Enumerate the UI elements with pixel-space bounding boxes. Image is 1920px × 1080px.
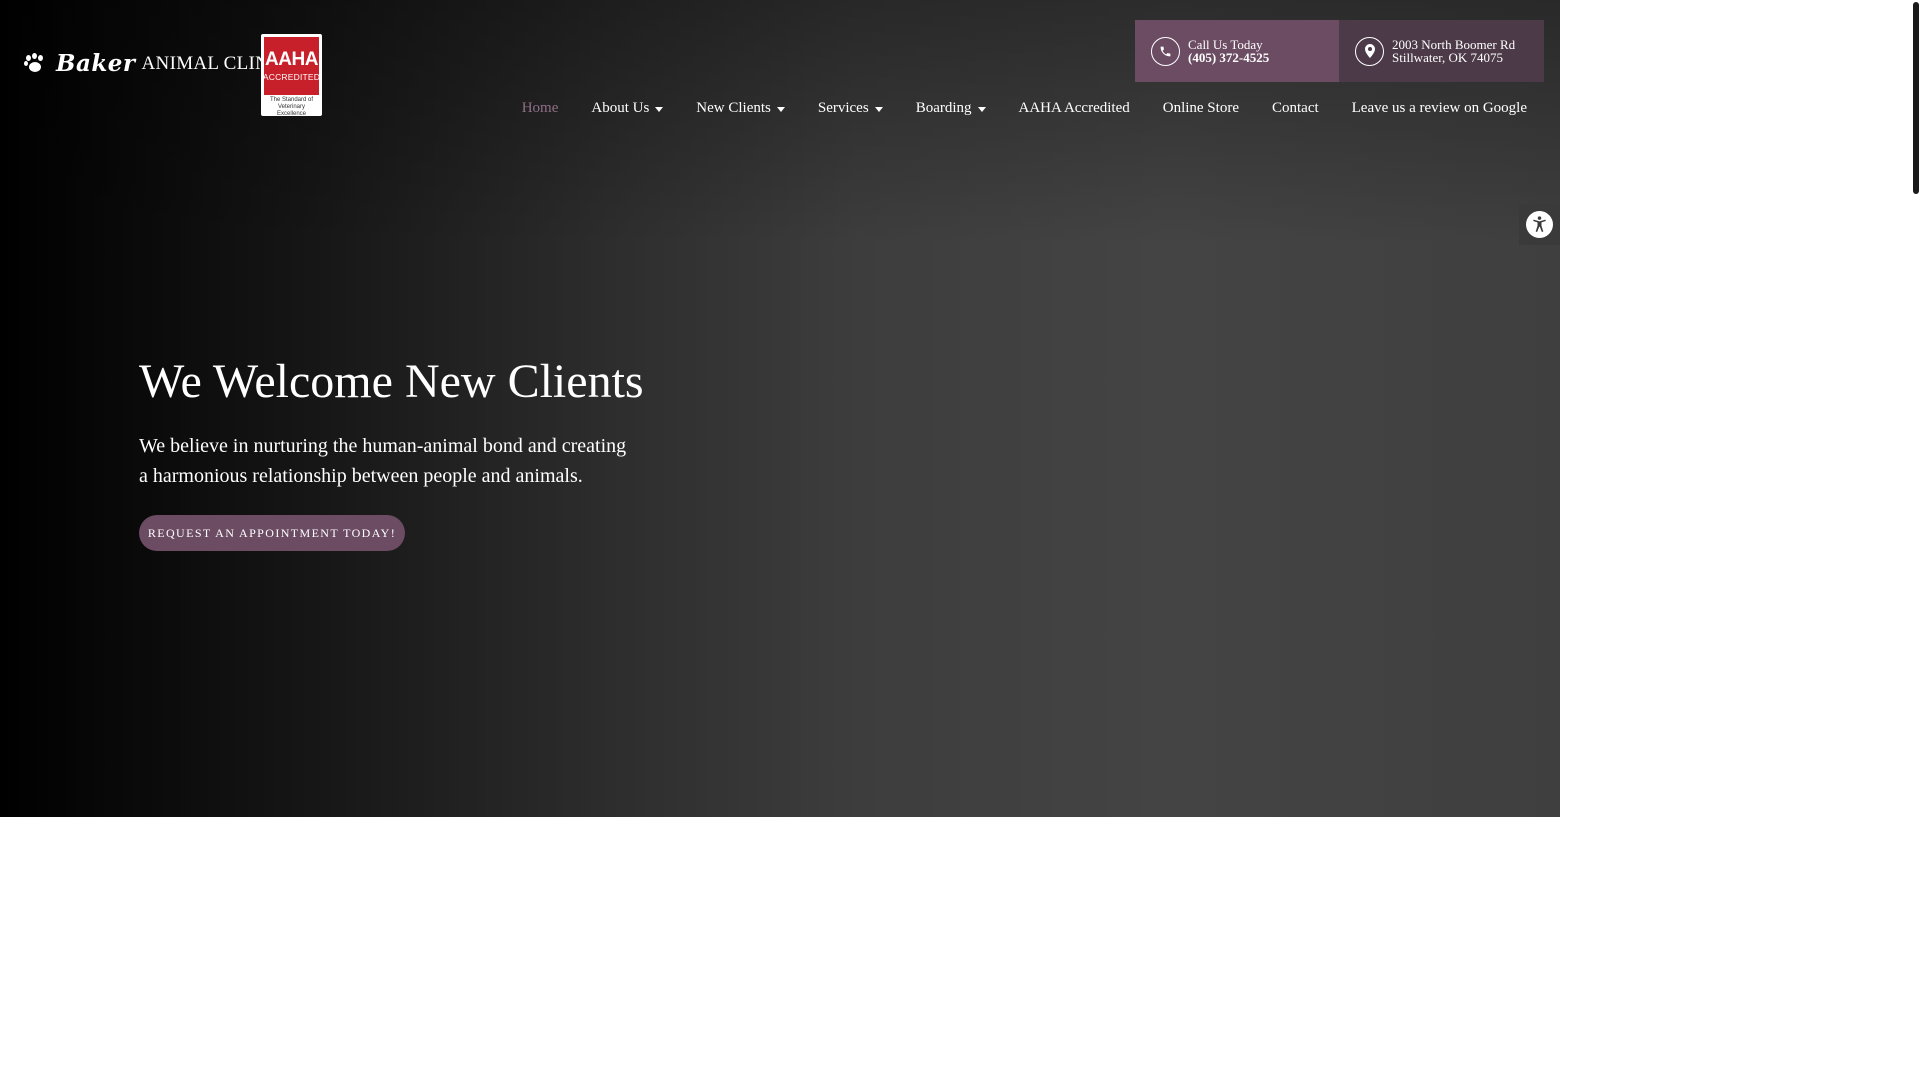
nav-item-about-us[interactable]: About Us (591, 100, 664, 117)
nav-item-new-clients[interactable]: New Clients (696, 100, 785, 117)
nav-item-label: Leave us a review on Google (1351, 100, 1527, 116)
nav-item-label: Boarding (915, 100, 972, 116)
nav-item-contact[interactable]: Contact (1272, 100, 1319, 117)
caret-down-icon (977, 107, 986, 112)
aaha-tagline: The Standard of Veterinary Excellence (269, 97, 314, 117)
accessibility-icon (1526, 211, 1553, 238)
address-box[interactable]: 2003 North Boomer Rd Stillwater, OK 7407… (1339, 20, 1544, 82)
nav-item-label: About Us (591, 100, 650, 116)
scrollbar-thumb[interactable] (1913, 2, 1919, 194)
aaha-word: AAHA (265, 49, 318, 70)
nav-item-leave-us-a-review-on-google[interactable]: Leave us a review on Google (1352, 100, 1527, 117)
aaha-badge[interactable]: AAHA ACCREDITED The Standard of Veterina… (261, 34, 322, 117)
hero-description: We believe in nurturing the human-animal… (139, 435, 627, 487)
call-us-box[interactable]: Call Us Today (405) 372-4525 (1135, 20, 1339, 82)
aaha-accredited: ACCREDITED (262, 72, 321, 82)
hero-title: We Welcome New Clients (139, 355, 644, 408)
nav-item-boarding[interactable]: Boarding (916, 100, 986, 117)
accessibility-button[interactable] (1519, 204, 1560, 245)
logo-script-name: Baker (56, 50, 136, 77)
nav-item-label: Contact (1271, 100, 1319, 116)
request-appointment-button[interactable]: REQUEST AN APPOINTMENT TODAY! (139, 515, 405, 551)
nav-item-label: Home (521, 100, 559, 116)
caret-down-icon (874, 107, 883, 112)
caret-down-icon (776, 107, 785, 112)
phone-icon (1151, 36, 1180, 66)
hero-section: Baker ANIMAL CLINIC AAHA ACCREDITED The … (0, 0, 1560, 817)
page-scrollbar[interactable] (1912, 0, 1920, 882)
aaha-badge-panel: AAHA ACCREDITED (262, 37, 321, 95)
nav-item-label: New Clients (696, 100, 771, 116)
nav-item-services[interactable]: Services (818, 100, 883, 117)
main-nav: Home About Us New Clients Services Boarding A… (522, 100, 1527, 117)
paw-icon (24, 52, 46, 73)
nav-item-home[interactable]: Home (522, 100, 559, 117)
site-logo[interactable]: Baker ANIMAL CLINIC (24, 50, 289, 77)
nav-item-label: Online Store (1162, 100, 1239, 116)
caret-down-icon (655, 107, 664, 112)
address-line-2: Stillwater, OK 74075 (1392, 50, 1504, 65)
nav-item-aaha-accredited[interactable]: AAHA Accredited (1019, 100, 1130, 117)
map-pin-icon (1355, 36, 1384, 66)
nav-item-online-store[interactable]: Online Store (1163, 100, 1239, 117)
nav-item-label: AAHA Accredited (1018, 100, 1130, 116)
phone-number[interactable]: (405) 372-4525 (1188, 51, 1269, 64)
nav-item-label: Services (817, 100, 869, 116)
